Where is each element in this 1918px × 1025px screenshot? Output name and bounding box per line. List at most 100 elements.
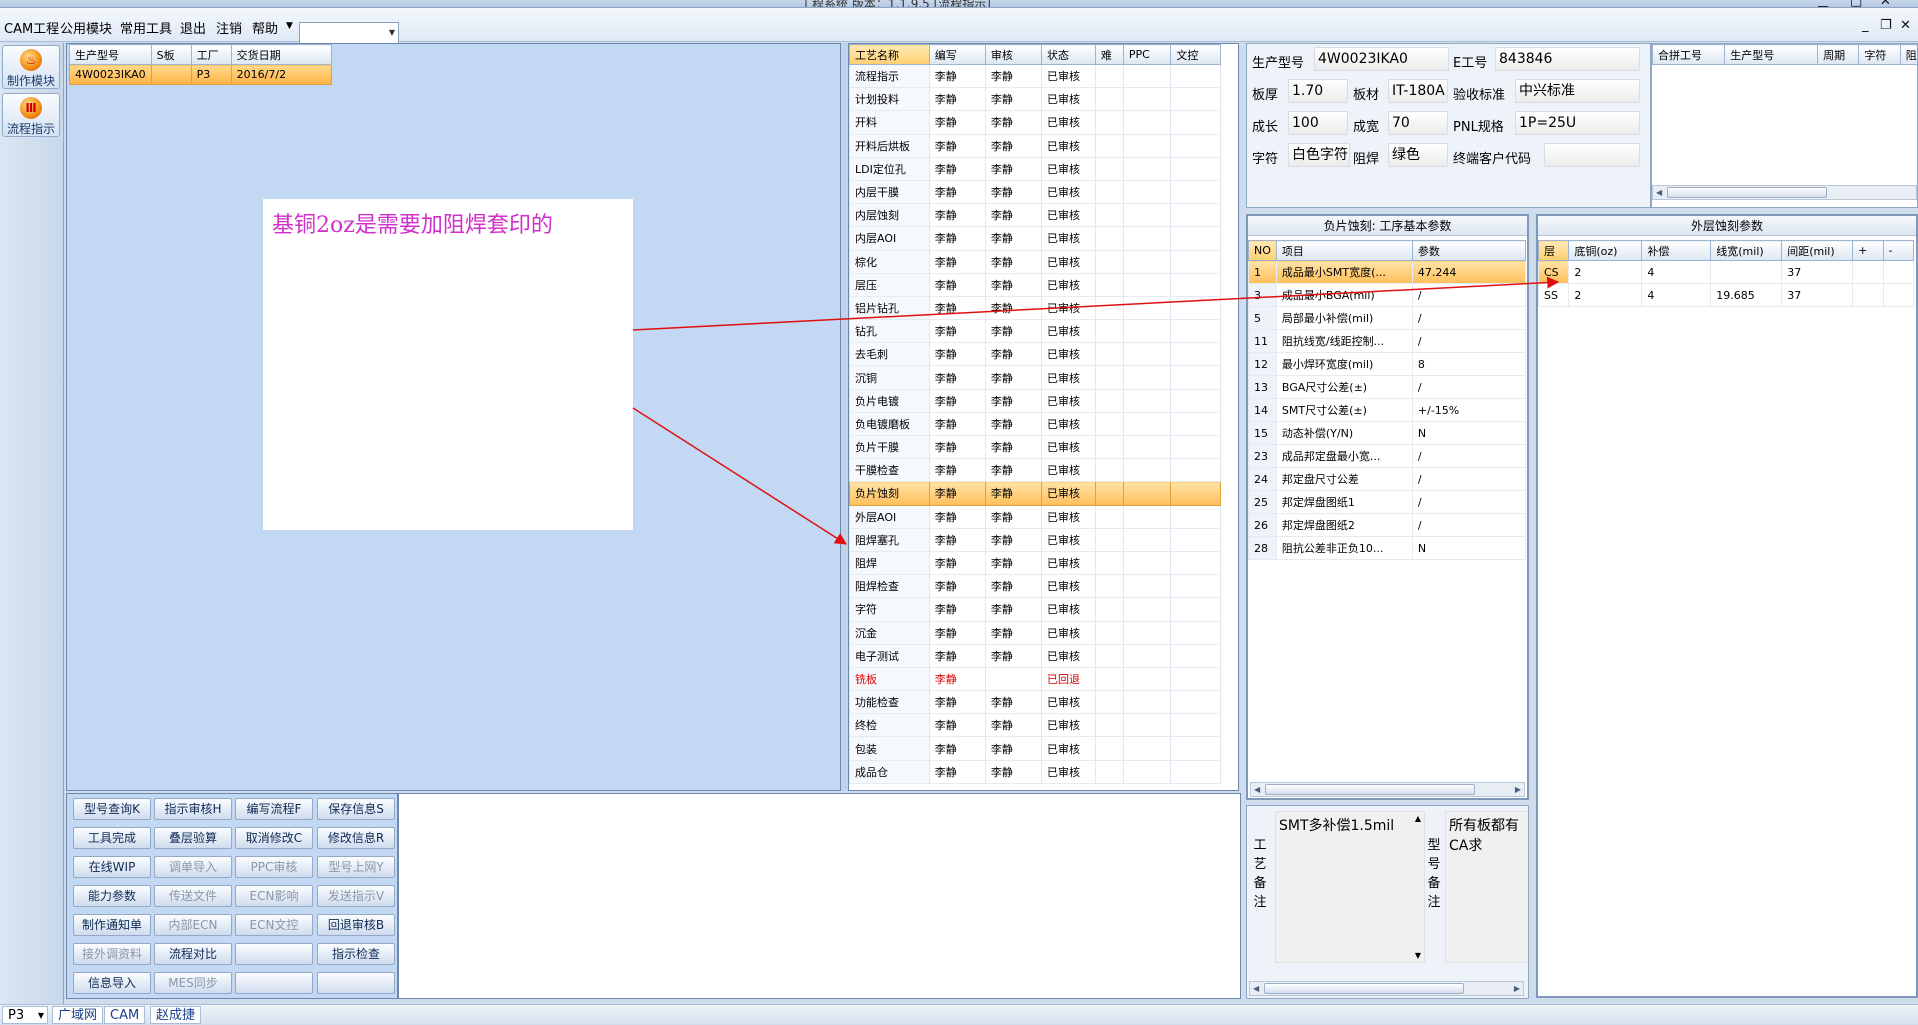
- process-cell[interactable]: 李静: [928, 458, 986, 483]
- process-cell[interactable]: 已审核: [1040, 64, 1096, 89]
- outer-cell[interactable]: 37: [1781, 260, 1854, 284]
- splitter-handle[interactable]: [841, 43, 848, 791]
- action-button[interactable]: 指示审核H: [154, 798, 232, 820]
- column-header[interactable]: 状态: [1040, 44, 1096, 65]
- menu-exit[interactable]: 退出: [180, 18, 206, 37]
- process-cell[interactable]: [1094, 180, 1124, 205]
- column-header[interactable]: 审核: [984, 44, 1042, 65]
- mask-field[interactable]: 绿色: [1388, 143, 1448, 167]
- table-row[interactable]: 26 邦定焊盘图纸2/: [1248, 513, 1527, 537]
- process-cell[interactable]: 包装: [849, 736, 930, 761]
- process-cell[interactable]: [1094, 389, 1124, 413]
- outer-cell[interactable]: [1882, 283, 1915, 307]
- process-cell[interactable]: 已审核: [1040, 134, 1096, 158]
- process-cell[interactable]: 李静: [984, 713, 1042, 738]
- process-cell[interactable]: 内层干膜: [849, 180, 930, 205]
- column-header[interactable]: S板: [150, 44, 192, 65]
- table-row[interactable]: 铝片钻孔 李静 李静 已审核: [849, 296, 1221, 321]
- scroll-left-icon[interactable]: ◀: [1253, 982, 1259, 995]
- process-cell[interactable]: 李静: [984, 528, 1042, 552]
- action-button[interactable]: PPC审核: [235, 856, 313, 878]
- mdi-minimize-icon[interactable]: _: [1862, 18, 1869, 33]
- process-cell[interactable]: 李静: [984, 342, 1042, 367]
- process-cell[interactable]: [1170, 134, 1221, 158]
- scroll-left-icon[interactable]: ◀: [1254, 783, 1260, 796]
- process-cell[interactable]: 已审核: [1040, 644, 1096, 668]
- table-row[interactable]: 1 成品最小SMT宽度(... 47.244: [1248, 260, 1527, 284]
- process-cell[interactable]: 李静: [928, 226, 986, 251]
- process-cell[interactable]: [1094, 342, 1124, 367]
- process-cell[interactable]: 李静: [984, 481, 1042, 506]
- process-cell[interactable]: 字符: [849, 597, 930, 622]
- merge-scrollbar[interactable]: ◀: [1652, 185, 1917, 200]
- outer-cell[interactable]: [1882, 260, 1915, 284]
- process-cell[interactable]: 已审核: [1040, 551, 1096, 576]
- process-cell[interactable]: [1170, 389, 1221, 413]
- table-row[interactable]: LDI定位孔 李静 李静 已审核: [849, 157, 1221, 181]
- process-cell[interactable]: 钻孔: [849, 319, 930, 344]
- action-button[interactable]: 能力参数: [73, 885, 151, 907]
- process-cell[interactable]: [1094, 296, 1124, 321]
- table-row[interactable]: 内层AOI 李静 李静 已审核: [849, 226, 1221, 251]
- process-cell[interactable]: 李静: [928, 597, 986, 622]
- process-cell[interactable]: 层压: [849, 273, 930, 297]
- order-s-cell[interactable]: [150, 64, 192, 85]
- process-cell[interactable]: [1094, 505, 1124, 529]
- param-cell[interactable]: 14: [1248, 398, 1277, 422]
- process-cell[interactable]: [1170, 574, 1221, 599]
- menu-combo[interactable]: ▼: [299, 22, 399, 44]
- table-row[interactable]: 负片蚀刻 李静 李静 已审核: [849, 481, 1221, 506]
- process-cell[interactable]: 李静: [928, 250, 986, 274]
- process-cell[interactable]: 李静: [984, 273, 1042, 297]
- process-cell[interactable]: [1122, 551, 1172, 576]
- process-cell[interactable]: [1094, 412, 1124, 437]
- action-button[interactable]: [317, 972, 395, 994]
- process-cell[interactable]: 李静: [984, 87, 1042, 112]
- process-remark-field[interactable]: SMT多补偿1.5mil ▲ ▼: [1275, 811, 1425, 963]
- remove-column-header[interactable]: -: [1882, 240, 1915, 261]
- sidebar-item-make-module[interactable]: ♨ 制作模块: [2, 45, 60, 89]
- action-button[interactable]: 型号上网Y: [317, 856, 395, 878]
- table-row[interactable]: 功能检查 李静 李静 已审核: [849, 690, 1221, 715]
- process-cell[interactable]: 李静: [984, 389, 1042, 413]
- action-button[interactable]: 型号查询K: [73, 798, 151, 820]
- process-cell[interactable]: 阻焊: [849, 551, 930, 576]
- width-field[interactable]: 70: [1388, 111, 1448, 135]
- process-cell[interactable]: [1122, 365, 1172, 390]
- process-cell[interactable]: [1122, 528, 1172, 552]
- order-factory-cell[interactable]: P3: [190, 64, 232, 85]
- process-cell[interactable]: 李静: [928, 435, 986, 460]
- process-cell[interactable]: 李静: [928, 157, 986, 181]
- action-button[interactable]: 保存信息S: [317, 798, 395, 820]
- process-cell[interactable]: 李静: [928, 365, 986, 390]
- process-cell[interactable]: 已审核: [1040, 110, 1096, 135]
- process-cell[interactable]: [984, 667, 1042, 692]
- process-cell[interactable]: 李静: [984, 365, 1042, 390]
- process-cell[interactable]: LDI定位孔: [849, 157, 930, 181]
- process-cell[interactable]: 干膜检查: [849, 458, 930, 483]
- process-cell[interactable]: [1170, 481, 1221, 506]
- standard-field[interactable]: 中兴标准: [1515, 79, 1640, 103]
- menu-help[interactable]: 帮助: [252, 18, 278, 37]
- e-no-field[interactable]: 843846: [1495, 47, 1640, 71]
- param-cell[interactable]: 24: [1248, 467, 1277, 491]
- process-cell[interactable]: [1094, 365, 1124, 390]
- table-row[interactable]: 28 阻抗公差非正负10... N: [1248, 536, 1527, 560]
- process-cell[interactable]: 李静: [928, 319, 986, 344]
- process-cell[interactable]: [1094, 87, 1124, 112]
- process-cell[interactable]: [1122, 644, 1172, 668]
- outer-cell[interactable]: 19.685: [1710, 283, 1783, 307]
- table-row[interactable]: 去毛刺 李静 李静 已审核: [849, 342, 1221, 367]
- process-cell[interactable]: 已审核: [1040, 760, 1096, 784]
- process-cell[interactable]: [1170, 667, 1221, 692]
- process-cell[interactable]: [1122, 760, 1172, 784]
- model-remark-field[interactable]: 所有板都有CA求: [1445, 811, 1528, 963]
- process-cell[interactable]: [1170, 760, 1221, 784]
- process-cell[interactable]: 已审核: [1040, 713, 1096, 738]
- process-cell[interactable]: 李静: [928, 505, 986, 529]
- process-cell[interactable]: [1094, 574, 1124, 599]
- process-cell[interactable]: 李静: [984, 597, 1042, 622]
- process-cell[interactable]: [1122, 296, 1172, 321]
- process-cell[interactable]: 已审核: [1040, 458, 1096, 483]
- process-cell[interactable]: [1122, 342, 1172, 367]
